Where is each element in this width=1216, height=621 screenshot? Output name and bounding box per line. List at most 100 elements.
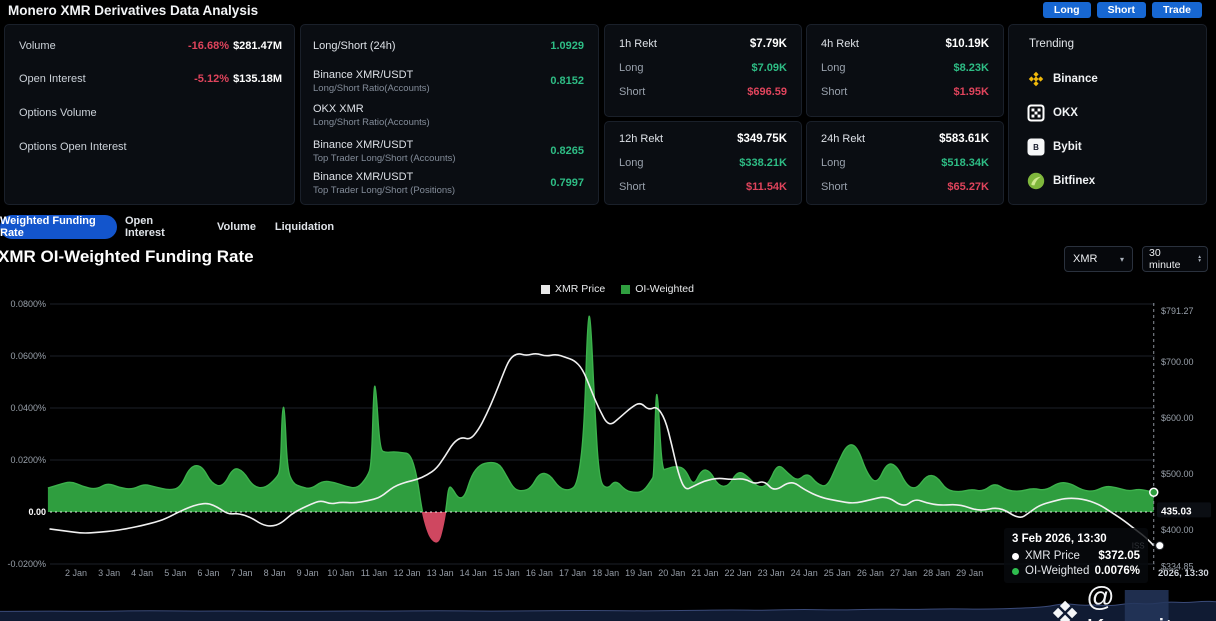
- rekt-short-row: Short$696.59: [619, 83, 787, 101]
- x-axis-label: 20 Jan: [658, 568, 685, 578]
- stat-row: Open Interest-5.12%$135.18M: [19, 71, 282, 87]
- chart-legend: XMR Price OI-Weighted: [541, 283, 694, 295]
- rekt-short-label: Short: [821, 86, 847, 98]
- x-axis-label: 10 Jan: [327, 568, 354, 578]
- longshort-label: Binance XMR/USDT: [313, 69, 430, 81]
- stat-row: Volume-16.68%$281.47M: [19, 38, 282, 54]
- longshort-value: 0.8265: [550, 145, 584, 157]
- tooltip-row: OI-Weighted0.0076%: [1012, 565, 1140, 577]
- x-axis-label: 12 Jan: [393, 568, 420, 578]
- funding-endpoint-dot: [1150, 488, 1158, 496]
- longshort-labels: Binance XMR/USDTTop Trader Long/Short (A…: [313, 139, 456, 164]
- x-axis-label: 8 Jan: [264, 568, 286, 578]
- longshort-value: 0.8152: [550, 75, 584, 87]
- tooltip-row: XMR Price$372.05: [1012, 550, 1140, 562]
- interval-select[interactable]: 30 minute ▴▾: [1142, 246, 1208, 272]
- longshort-row: OKX XMR Long/Short Ratio(Accounts): [313, 100, 584, 130]
- tab-open-interest[interactable]: Open Interest: [125, 215, 194, 239]
- tab-volume[interactable]: Volume: [214, 215, 259, 239]
- rekt-long-label: Long: [619, 157, 643, 169]
- tooltip-series-value: 0.0076%: [1095, 565, 1140, 577]
- rekt-short-label: Short: [619, 181, 645, 193]
- x-axis-label: 4 Jan: [131, 568, 153, 578]
- longshort-label: Long/Short (24h): [313, 40, 396, 52]
- long-button[interactable]: Long: [1043, 2, 1091, 18]
- trending-item-okx[interactable]: OKX: [1027, 103, 1078, 123]
- watermark-text: @ Kuwaity: [1086, 581, 1216, 621]
- longshort-sublabel: Top Trader Long/Short (Positions): [313, 185, 455, 196]
- bybit-icon: B: [1027, 138, 1045, 156]
- chart-navigator[interactable]: [0, 590, 1216, 621]
- rekt-total-value: $7.79K: [750, 38, 787, 50]
- y-axis-left-label: 0.0200%: [10, 455, 46, 465]
- y-axis-left-label: 0.0400%: [10, 403, 46, 413]
- stat-change: -16.68%: [188, 40, 229, 52]
- x-axis-label: 5 Jan: [164, 568, 186, 578]
- longshort-value: 0.7997: [550, 177, 584, 189]
- stat-change: -5.12%: [194, 73, 229, 85]
- rekt-long-label: Long: [619, 62, 643, 74]
- x-axis-label: 7 Jan: [230, 568, 252, 578]
- rekt-short-row: Short$11.54K: [619, 178, 787, 196]
- longshort-sublabel: Long/Short Ratio(Accounts): [313, 83, 430, 94]
- x-axis-label: 16 Jan: [526, 568, 553, 578]
- rekt-panel-1h: 1h Rekt$7.79KLong$7.09KShort$696.59: [604, 24, 802, 117]
- trade-button[interactable]: Trade: [1152, 2, 1202, 18]
- trending-item-label: Bitfinex: [1053, 175, 1095, 187]
- symbol-select[interactable]: XMR ▾: [1064, 246, 1133, 272]
- symbol-select-value: XMR: [1073, 253, 1097, 265]
- longshort-label: Binance XMR/USDT: [313, 139, 456, 151]
- rekt-long-row: Long $7.09K: [619, 59, 787, 77]
- header-buttons: Long Short Trade: [1043, 2, 1202, 18]
- tab-liquidation[interactable]: Liquidation: [276, 215, 333, 239]
- tooltip-series-dot: [1012, 553, 1019, 560]
- x-axis-label: 23 Jan: [758, 568, 785, 578]
- longshort-label: OKX XMR: [313, 103, 430, 115]
- trending-item-binance[interactable]: Binance: [1027, 69, 1098, 89]
- longshort-value: 1.0929: [550, 40, 584, 52]
- rekt-short-row: Short$65.27K: [821, 178, 989, 196]
- tooltip-series-dot: [1012, 568, 1019, 575]
- svg-text:B: B: [1033, 143, 1039, 152]
- x-axis-label: 18 Jan: [592, 568, 619, 578]
- navigator-svg[interactable]: [0, 590, 1216, 621]
- y-axis-left-label: 0.0800%: [10, 299, 46, 309]
- legend-item-oi-weighted[interactable]: OI-Weighted: [621, 283, 694, 295]
- short-button[interactable]: Short: [1097, 2, 1146, 18]
- chart-title: XMR OI-Weighted Funding Rate: [0, 247, 254, 267]
- y-axis-left-label: 0.0600%: [10, 351, 46, 361]
- trending-title: Trending: [1029, 38, 1074, 50]
- x-axis-label: 11 Jan: [361, 568, 387, 578]
- stats-panel: Volume-16.68%$281.47M Open Interest-5.12%…: [4, 24, 295, 205]
- x-axis-label: 9 Jan: [297, 568, 319, 578]
- price-endpoint-dot: [1156, 542, 1164, 550]
- rekt-long-value: $7.09K: [752, 62, 787, 74]
- longshort-panel: Long/Short (24h) 1.0929 Binance XMR/USDT Lo…: [300, 24, 599, 205]
- rekt-long-row: Long$338.21K: [619, 154, 787, 172]
- trending-item-label: Binance: [1053, 73, 1098, 85]
- rekt-long-value: $518.34K: [941, 157, 989, 169]
- tab-bar: Weighted Funding Rate Open Interest Volume…: [0, 215, 700, 239]
- x-axis-label: 29 Jan: [956, 568, 983, 578]
- rekt-short-value: $696.59: [747, 86, 787, 98]
- longshort-sublabel: Long/Short Ratio(Accounts): [313, 117, 430, 128]
- legend-item-xmr-price[interactable]: XMR Price: [541, 283, 605, 295]
- tooltip-series-label: XMR Price: [1025, 550, 1080, 562]
- page-title: Monero XMR Derivatives Data Analysis: [8, 3, 258, 18]
- legend-label: XMR Price: [555, 283, 605, 295]
- trending-item-bybit[interactable]: BBybit: [1027, 137, 1082, 157]
- crosshair-x-label: 2026, 13:30: [1158, 568, 1209, 579]
- trending-panel: Trending Binance OKX BBybit Bitfinex: [1008, 24, 1207, 205]
- chart-tooltip: 3 Feb 2026, 13:30 XMR Price$372.05OI-Wei…: [1004, 528, 1148, 583]
- longshort-row: Binance XMR/USDTTop Trader Long/Short (A…: [313, 136, 584, 166]
- x-axis-label: 22 Jan: [724, 568, 751, 578]
- rekt-short-row: Short$1.95K: [821, 83, 989, 101]
- stat-row: Options Volume: [19, 105, 282, 121]
- tab-weighted-funding-rate[interactable]: Weighted Funding Rate: [0, 215, 117, 239]
- x-axis-label: 2 Jan: [65, 568, 87, 578]
- x-axis-label: 15 Jan: [493, 568, 520, 578]
- legend-swatch: [541, 285, 550, 294]
- funding-area-positive: [48, 316, 1154, 542]
- rekt-total-row: 12h Rekt$349.75K: [619, 130, 787, 148]
- trending-item-bitfinex[interactable]: Bitfinex: [1027, 171, 1095, 191]
